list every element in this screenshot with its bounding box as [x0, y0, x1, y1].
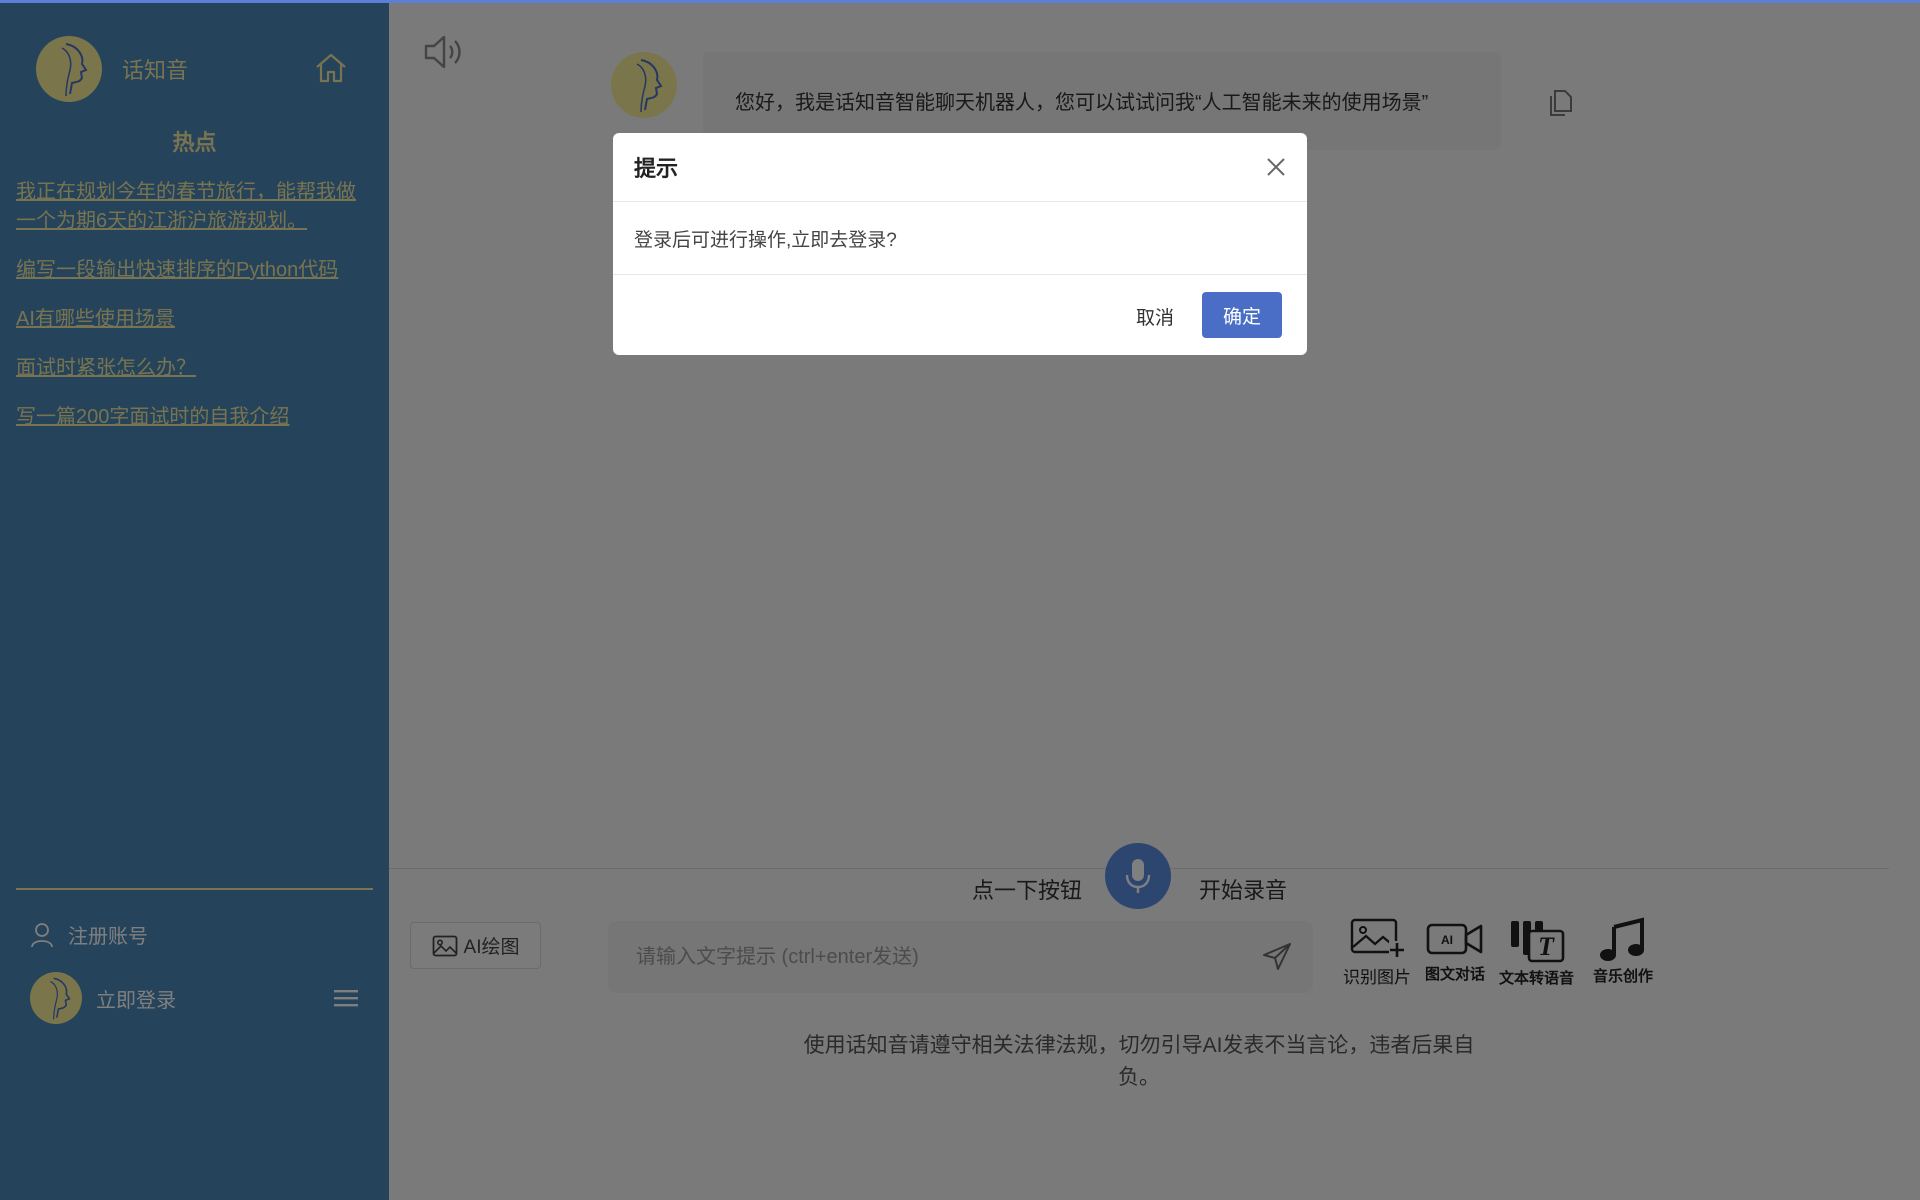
dialog-divider [613, 274, 1307, 275]
dialog-divider [613, 201, 1307, 202]
dialog-message: 登录后可进行操作,立即去登录? [634, 230, 897, 251]
confirm-button[interactable]: 确定 [1202, 292, 1282, 338]
dialog-title: 提示 [634, 156, 679, 181]
close-icon[interactable] [1264, 155, 1288, 179]
login-prompt-dialog: 提示 登录后可进行操作,立即去登录? 取消 确定 [613, 133, 1307, 355]
cancel-button[interactable]: 取消 [1120, 293, 1190, 339]
top-accent-line [0, 0, 1920, 3]
